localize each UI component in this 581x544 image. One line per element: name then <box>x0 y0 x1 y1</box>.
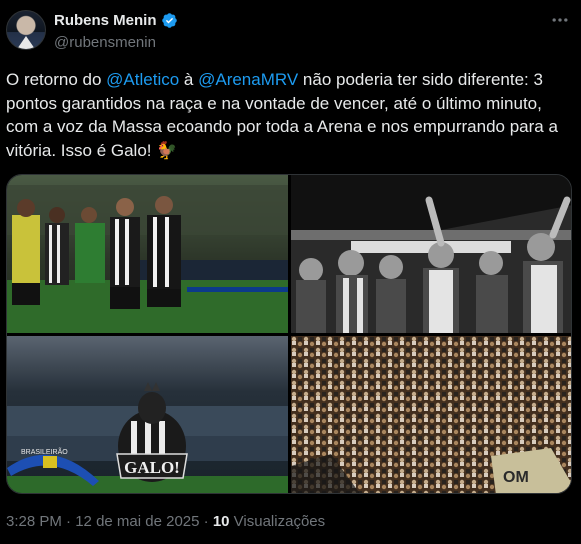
avatar[interactable] <box>6 10 46 50</box>
brasileirao-sign: BRASILEIRÃO <box>21 447 68 456</box>
mention-arenamrv-link[interactable]: @ArenaMRV <box>198 70 298 89</box>
author-name[interactable]: Rubens Menin <box>54 12 157 29</box>
crowd-flag-text: OM <box>503 469 529 486</box>
tweet-text-seg2: à <box>179 70 199 89</box>
fans-celebrating-bw-photo[interactable] <box>291 175 571 333</box>
separator-dot: · <box>61 513 76 530</box>
author-handle[interactable]: @rubensmenin <box>54 34 156 51</box>
rooster-emoji: 🐓 <box>156 140 178 160</box>
players-celebrating-photo[interactable] <box>7 175 288 333</box>
media-grid: BRASILEIRÃO GALO! OM <box>6 174 572 494</box>
tweet-time[interactable]: 3:28 PM <box>6 513 62 530</box>
tweet-text: O retorno do @Atletico à @ArenaMRV não p… <box>6 68 574 162</box>
more-options-icon[interactable] <box>550 10 570 30</box>
tweet-text-seg1: O retorno do <box>6 70 107 89</box>
avatar-shirt <box>15 36 37 49</box>
mention-atletico-link[interactable]: @Atletico <box>106 70 179 89</box>
galo-banner-text: GALO! <box>124 458 180 477</box>
stadium-rooster-mascot-photo[interactable]: BRASILEIRÃO GALO! <box>7 336 288 493</box>
separator-dot: · <box>199 513 213 530</box>
verified-badge-icon <box>162 13 177 28</box>
views-label: Visualizações <box>229 513 326 530</box>
views-count: 10 <box>212 513 230 530</box>
tweet-metadata: 3:28 PM · 12 de mai de 2025 · 10 Visuali… <box>6 513 325 530</box>
tweet-date[interactable]: 12 de mai de 2025 <box>75 513 199 530</box>
crowd-stands-photo[interactable]: OM <box>291 336 571 493</box>
